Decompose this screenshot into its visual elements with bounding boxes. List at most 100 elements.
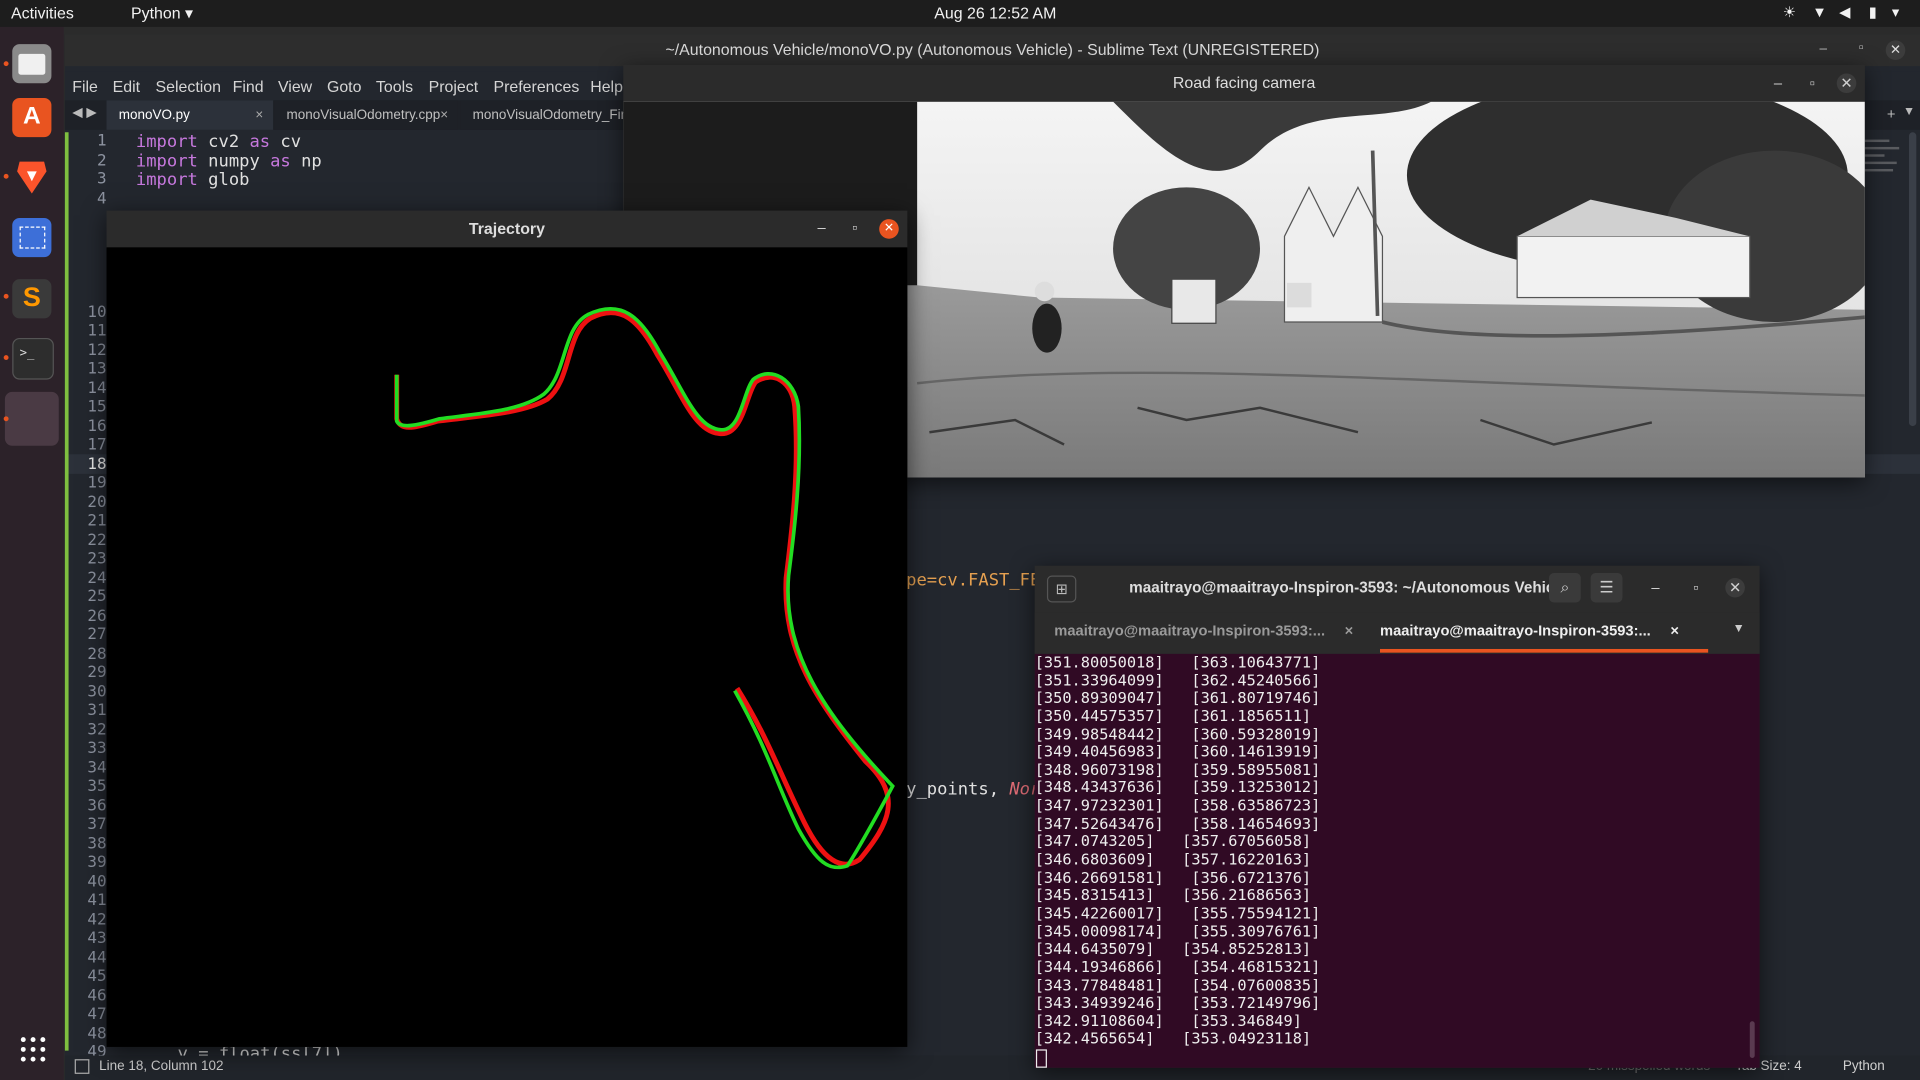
- app-menu[interactable]: Python ▾: [131, 4, 193, 24]
- sublime-text-icon[interactable]: S: [12, 279, 52, 319]
- terminal-line: [345.42260017] [355.75594121]: [1034, 903, 1321, 923]
- software-icon[interactable]: A: [12, 97, 52, 138]
- menu-preferences[interactable]: Preferences: [493, 77, 579, 95]
- terminal-icon[interactable]: >_: [12, 337, 54, 380]
- sublime-title: ~/Autonomous Vehicle/monoVO.py (Autonomo…: [64, 34, 1920, 67]
- menu-selection[interactable]: Selection: [156, 77, 221, 95]
- menu-help[interactable]: Help: [590, 77, 623, 95]
- terminal-line: [348.96073198] [359.58955081]: [1034, 760, 1321, 779]
- volume-icon[interactable]: ◀: [1839, 4, 1850, 21]
- tab-label: monoVisualOdometry.cpp: [286, 107, 441, 123]
- active-tab-indicator: [1380, 648, 1709, 653]
- minimize-button[interactable]: –: [1819, 42, 1827, 57]
- code-editor[interactable]: import cv2 as cv import numpy as np impo…: [135, 132, 322, 190]
- search-icon[interactable]: ⌕: [1548, 573, 1581, 603]
- terminal-line: [351.80050018] [363.10643771]: [1034, 652, 1321, 672]
- tab-scroll-arrows[interactable]: ◀ ▶: [72, 104, 96, 120]
- close-button[interactable]: ✕: [879, 219, 899, 239]
- activities-button[interactable]: Activities: [11, 4, 74, 22]
- estimated-path: [394, 310, 891, 867]
- ground-truth-path: [394, 306, 895, 870]
- brave-browser-icon[interactable]: [12, 157, 51, 196]
- tab-monovo-py[interactable]: monoVO.py ×: [106, 100, 274, 130]
- tab-close-icon[interactable]: ×: [1345, 622, 1354, 639]
- terminal-tab-2[interactable]: maaitrayo@maaitrayo-Inspiron-3593:... ×: [1380, 622, 1679, 639]
- menu-goto[interactable]: Goto: [327, 77, 362, 95]
- clock[interactable]: Aug 26 12:52 AM: [934, 4, 1056, 22]
- line-number: 3: [96, 170, 107, 189]
- terminal-scrollbar[interactable]: [1749, 1021, 1755, 1058]
- terminal-tab-1[interactable]: maaitrayo@maaitrayo-Inspiron-3593:... ×: [1054, 622, 1353, 639]
- terminal-line: [347.52643476] [358.14654693]: [1034, 813, 1321, 833]
- tab-close-icon[interactable]: ×: [255, 100, 263, 129]
- terminal-line: [344.6435079] [354.85252813]: [1034, 939, 1312, 958]
- trajectory-canvas: [106, 247, 908, 1047]
- terminal-line: [347.97232301] [358.63586723]: [1034, 796, 1321, 815]
- terminal-line: [345.00098174] [355.30976761]: [1034, 921, 1321, 940]
- menu-find[interactable]: Find: [233, 77, 264, 95]
- active-window-icon[interactable]: [4, 391, 59, 446]
- line-number: 2: [96, 151, 107, 170]
- tab-label: monoVisualOdometry_Fina: [472, 107, 636, 123]
- close-button[interactable]: ✕: [1885, 40, 1906, 61]
- tab-close-icon[interactable]: ×: [440, 100, 448, 129]
- minimap[interactable]: [1862, 135, 1911, 282]
- system-menu-icon[interactable]: ▾: [1892, 4, 1899, 21]
- terminal-line: [350.89309047] [361.80719746]: [1034, 688, 1321, 707]
- tab-close-icon[interactable]: ×: [1670, 622, 1679, 639]
- add-tab-icon[interactable]: +: [1887, 105, 1896, 122]
- tabs-dropdown-icon[interactable]: ▼: [1733, 622, 1745, 635]
- menu-file[interactable]: File: [72, 77, 98, 95]
- files-icon[interactable]: [12, 44, 52, 84]
- minimize-button[interactable]: –: [1768, 73, 1788, 93]
- hamburger-menu-icon[interactable]: ☰: [1590, 573, 1623, 603]
- maximize-button[interactable]: ▫: [1802, 73, 1822, 93]
- terminal-line: [348.43437636] [359.13253012]: [1034, 778, 1321, 797]
- tab-label: maaitrayo@maaitrayo-Inspiron-3593:...: [1054, 622, 1326, 640]
- tab-label: maaitrayo@maaitrayo-Inspiron-3593:...: [1380, 622, 1651, 640]
- syntax-mode[interactable]: Python: [1843, 1059, 1885, 1074]
- minimize-button[interactable]: –: [1646, 578, 1666, 598]
- brightness-icon[interactable]: ☀: [1783, 4, 1796, 21]
- line-number: 4: [96, 189, 107, 208]
- menu-tools[interactable]: Tools: [376, 77, 413, 95]
- editor-scrollbar[interactable]: [1908, 132, 1917, 427]
- battery-icon[interactable]: ▮: [1869, 4, 1877, 21]
- terminal-line: [344.19346866] [354.46815321]: [1034, 957, 1321, 976]
- maximize-button[interactable]: ▫: [845, 218, 865, 238]
- menu-view[interactable]: View: [278, 77, 312, 95]
- tab-label: monoVO.py: [118, 107, 190, 123]
- code-line-2: import numpy as np: [135, 151, 322, 171]
- wifi-icon[interactable]: ▼: [1812, 4, 1827, 21]
- tab-monovisualodometry-cpp[interactable]: monoVisualOdometry.cpp ×: [274, 100, 458, 130]
- minimize-button[interactable]: –: [812, 218, 832, 238]
- menu-project[interactable]: Project: [429, 77, 479, 95]
- line-number: 1: [96, 132, 107, 151]
- maximize-button[interactable]: ▫: [1859, 40, 1864, 55]
- trajectory-window-title: Trajectory: [468, 219, 545, 238]
- trajectory-window: Trajectory – ▫ ✕: [106, 210, 908, 1047]
- terminal-line: [343.77848481] [354.07600835]: [1034, 975, 1321, 994]
- terminal-line: [342.4565654] [353.04923118]: [1034, 1029, 1312, 1048]
- top-bar: Activities Python ▾ Aug 26 12:52 AM ☀ ▼ …: [0, 0, 1920, 27]
- terminal-line: [342.91108604] [353.346849]: [1034, 1011, 1302, 1030]
- code-line-3: import glob: [135, 170, 250, 190]
- terminal-line: [345.8315413] [356.21686563]: [1034, 885, 1312, 905]
- terminal-line: [346.6803609] [357.16220163]: [1034, 849, 1312, 869]
- tab-menu-icon[interactable]: ▼: [1903, 105, 1915, 118]
- panel-toggle-icon[interactable]: [74, 1059, 90, 1074]
- screenshot-icon[interactable]: [12, 217, 52, 258]
- terminal-output[interactable]: [351.80050018] [363.10643771] [351.339640…: [1034, 652, 1760, 1068]
- app-menu-label: Python: [131, 3, 181, 23]
- terminal-line: [343.34939246] [353.72149796]: [1034, 993, 1321, 1012]
- show-applications-icon[interactable]: [20, 1036, 47, 1063]
- terminal-tab-bar: maaitrayo@maaitrayo-Inspiron-3593:... × m…: [1034, 612, 1760, 654]
- menu-edit[interactable]: Edit: [113, 77, 140, 95]
- terminal-line: [349.40456983] [360.14613919]: [1034, 742, 1321, 761]
- close-button[interactable]: ✕: [1836, 73, 1857, 94]
- tab-monovisualodometry-final[interactable]: monoVisualOdometry_Fina: [460, 100, 636, 130]
- close-button[interactable]: ✕: [1725, 577, 1745, 598]
- maximize-button[interactable]: ▫: [1686, 578, 1706, 598]
- terminal-line: [351.33964099] [362.45240566]: [1034, 670, 1321, 689]
- code-fragment-points: y_points, Nor: [906, 780, 1041, 800]
